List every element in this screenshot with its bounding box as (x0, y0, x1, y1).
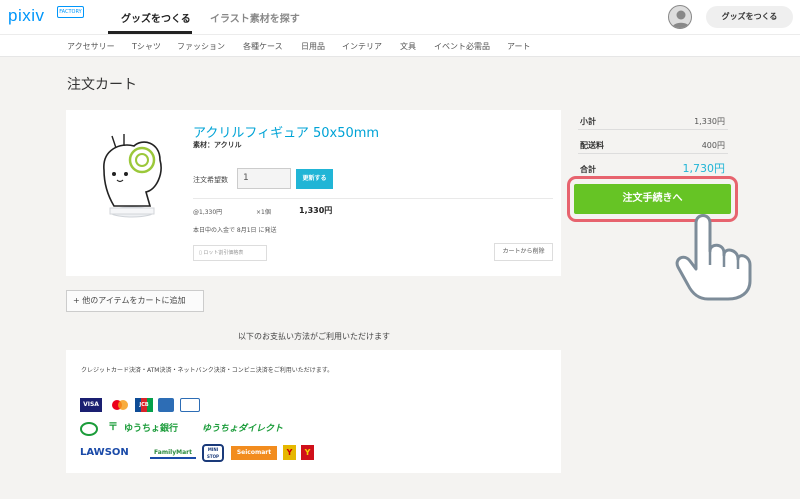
seicomart-logo: Seicomart (231, 446, 277, 460)
total-label: 合計 (580, 165, 596, 174)
user-icon (672, 10, 690, 28)
item-quantity: ×1個 (256, 209, 271, 216)
total-row: 合計 1,730円 (578, 158, 728, 178)
ministop-logo: MINI STOP (202, 444, 224, 462)
pixiv-logo[interactable]: pixiv (8, 6, 45, 26)
payment-methods-card: クレジットカード決済・ATM決済・ネットバンク決済・コンビニ決済をご利用いただけ… (66, 350, 561, 473)
product-material: 素材：アクリル (193, 141, 242, 149)
shipping-row: 配送料 400円 (578, 134, 728, 154)
dailyyamazaki-logo: Y (283, 445, 296, 460)
category-accessory[interactable]: アクセサリー (67, 41, 115, 52)
jcb-logo: JCB (135, 398, 153, 412)
category-event[interactable]: イベント必需品 (434, 41, 490, 52)
tab-make-goods[interactable]: グッズをつくる (121, 10, 191, 25)
line-total: 1,330円 (299, 206, 333, 215)
amex-logo (158, 398, 174, 412)
category-art[interactable]: アート (507, 41, 531, 52)
category-tshirt[interactable]: Tシャツ (132, 41, 161, 52)
category-nav: アクセサリー Tシャツ ファッション 各種ケース 日用品 インテリア 文具 イベ… (0, 34, 800, 57)
user-avatar[interactable] (668, 5, 692, 29)
shipping-note: 本日中の入金で 8月1日 に発送 (193, 227, 277, 234)
site-header: pixiv FACTORY グッズをつくる イラスト素材を探す グッズをつくる (0, 0, 800, 34)
lot-discount-label: ロット割引価格表 (203, 250, 244, 256)
quantity-input[interactable]: 1 (237, 168, 291, 189)
make-goods-button[interactable]: グッズをつくる (706, 6, 793, 28)
product-image[interactable] (90, 130, 170, 220)
yucho-direct-logo: ゆうちょダイレクト (202, 424, 284, 434)
familymart-logo: FamilyMart (150, 447, 196, 459)
pointing-hand-icon (675, 214, 752, 301)
lot-discount-button[interactable]: ▯ ロット割引価格表 (193, 245, 267, 261)
category-fashion[interactable]: ファッション (177, 41, 225, 52)
cart-item-card: アクリルフィギュア 50x50mm 素材：アクリル 注文希望数 1 更新する @… (66, 110, 561, 276)
visa-logo: VISA (80, 398, 102, 412)
unit-price: @1,330円 (193, 209, 223, 216)
factory-badge: FACTORY (57, 6, 84, 18)
diners-logo (180, 398, 200, 412)
payment-heading: 以下のお支払い方法がご利用いただけます (238, 332, 390, 341)
add-item-button[interactable]: + 他のアイテムをカートに追加 (66, 290, 204, 312)
category-stationery[interactable]: 文具 (400, 41, 416, 52)
subtotal-row: 小計 1,330円 (578, 110, 728, 130)
category-cases[interactable]: 各種ケース (243, 41, 283, 52)
subtotal-label: 小計 (580, 117, 596, 126)
lawson-logo: LAWSON (80, 447, 129, 458)
subtotal-value: 1,330円 (694, 117, 725, 126)
product-title[interactable]: アクリルフィギュア 50x50mm (193, 122, 379, 141)
payment-description: クレジットカード決済・ATM決済・ネットバンク決済・コンビニ決済をご利用いただけ… (81, 367, 334, 374)
yucho-bank-logo: ゆうちょ銀行 (124, 424, 179, 434)
divider (193, 198, 553, 199)
shipping-value: 400円 (701, 141, 725, 150)
yamazaki-logo: Y (301, 445, 314, 460)
remove-from-cart-button[interactable]: カートから削除 (494, 243, 553, 261)
update-quantity-button[interactable]: 更新する (296, 169, 333, 189)
quantity-label: 注文希望数 (193, 176, 228, 184)
shipping-label: 配送料 (580, 141, 604, 150)
category-interior[interactable]: インテリア (342, 41, 382, 52)
total-value: 1,730円 (682, 162, 726, 175)
payeasy-logo (80, 422, 98, 436)
tab-find-illustrations[interactable]: イラスト素材を探す (210, 10, 300, 25)
page-title: 注文カート (67, 77, 137, 93)
mastercard-logo (112, 400, 128, 410)
jp-bank-icon: 〒 (108, 422, 118, 433)
category-daily-goods[interactable]: 日用品 (301, 41, 325, 52)
